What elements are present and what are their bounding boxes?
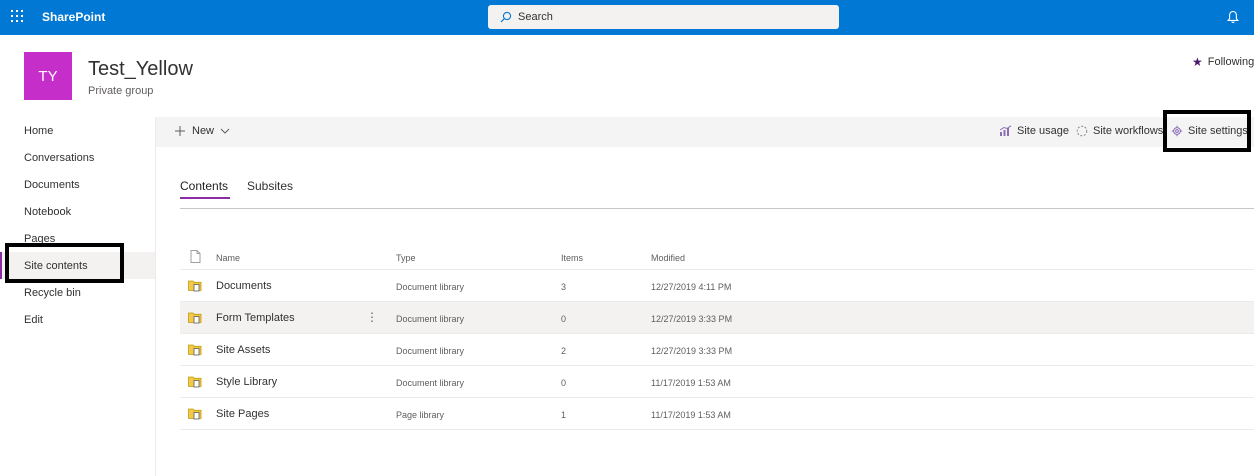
nav-item-site-contents[interactable]: Site contents xyxy=(0,252,155,279)
nav-item-conversations[interactable]: Conversations xyxy=(0,144,155,171)
tab-contents[interactable]: Contents xyxy=(180,179,228,193)
nav-item-edit[interactable]: Edit xyxy=(0,306,155,333)
gear-icon xyxy=(1171,125,1183,137)
nav-item-label: Home xyxy=(24,124,54,137)
brand-name[interactable]: SharePoint xyxy=(42,10,105,24)
column-header-type[interactable]: Type xyxy=(396,253,416,263)
table-row[interactable]: Documents Document library 3 12/27/2019 … xyxy=(180,270,1254,302)
nav-item-pages[interactable]: Pages xyxy=(0,225,155,252)
table-row[interactable]: Style Library Document library 0 11/17/2… xyxy=(180,366,1254,398)
row-modified: 12/27/2019 4:11 PM xyxy=(651,282,732,292)
site-settings-button[interactable]: Site settings xyxy=(1171,125,1248,137)
row-name[interactable]: Form Templates xyxy=(216,312,295,324)
suite-bar: SharePoint Search xyxy=(0,0,1254,35)
nav-item-label: Notebook xyxy=(24,205,72,218)
following-label: Following xyxy=(1207,56,1254,68)
nav-item-label: Documents xyxy=(24,178,80,191)
workflow-icon xyxy=(1076,125,1088,137)
library-icon xyxy=(188,280,202,292)
nav-item-recycle-bin[interactable]: Recycle bin xyxy=(0,279,155,306)
row-name[interactable]: Style Library xyxy=(216,376,277,388)
library-icon xyxy=(188,376,202,388)
nav-item-label: Conversations xyxy=(24,151,95,164)
table-row[interactable]: Site Pages Page library 1 11/17/2019 1:5… xyxy=(180,398,1254,430)
more-options-icon[interactable]: ⋮ xyxy=(366,310,378,324)
library-icon xyxy=(188,312,202,324)
nav-item-label: Site contents xyxy=(24,259,88,272)
column-header-items[interactable]: Items xyxy=(561,253,583,263)
row-type: Page library xyxy=(396,410,445,420)
column-header-modified[interactable]: Modified xyxy=(651,253,685,263)
table-row[interactable]: Form Templates ⋮ Document library 0 12/2… xyxy=(180,302,1254,334)
row-name[interactable]: Documents xyxy=(216,280,272,292)
search-icon xyxy=(500,11,512,23)
row-type: Document library xyxy=(396,346,465,356)
row-items: 0 xyxy=(561,314,567,324)
row-type: Document library xyxy=(396,378,465,388)
nav-item-label: Recycle bin xyxy=(24,286,81,299)
bell-icon[interactable] xyxy=(1227,10,1239,24)
search-input[interactable]: Search xyxy=(488,5,839,29)
chevron-down-icon xyxy=(220,128,230,134)
nav-item-label: Pages xyxy=(24,232,56,245)
nav-item-home[interactable]: Home xyxy=(0,117,155,144)
row-type: Document library xyxy=(396,282,465,292)
new-button[interactable]: New xyxy=(174,125,230,137)
row-type: Document library xyxy=(396,314,465,324)
row-modified: 11/17/2019 1:53 AM xyxy=(651,410,731,420)
chart-icon xyxy=(999,125,1012,136)
row-items: 3 xyxy=(561,282,567,292)
site-settings-label: Site settings xyxy=(1188,125,1248,137)
site-usage-button[interactable]: Site usage xyxy=(999,125,1069,137)
star-icon: ★ xyxy=(1192,55,1203,69)
app-launcher-icon[interactable] xyxy=(11,10,25,24)
row-modified: 12/27/2019 3:33 PM xyxy=(651,314,733,324)
tab-subsites[interactable]: Subsites xyxy=(247,179,293,193)
row-items: 0 xyxy=(561,378,567,388)
search-placeholder: Search xyxy=(518,11,553,23)
row-name[interactable]: Site Assets xyxy=(216,344,270,356)
row-modified: 11/17/2019 1:53 AM xyxy=(651,378,731,388)
library-icon xyxy=(188,344,202,356)
library-icon xyxy=(188,408,202,420)
command-bar: New Site usage Site workflows Site setti… xyxy=(156,117,1254,147)
column-header-name[interactable]: Name xyxy=(216,253,240,263)
row-items: 1 xyxy=(561,410,567,420)
following-button[interactable]: ★ Following xyxy=(1192,55,1254,69)
plus-icon xyxy=(175,126,185,136)
nav-item-documents[interactable]: Documents xyxy=(0,171,155,198)
site-workflows-label: Site workflows xyxy=(1093,125,1164,137)
site-workflows-button[interactable]: Site workflows xyxy=(1076,125,1163,137)
tab-divider xyxy=(180,208,1254,209)
site-logo[interactable]: TY xyxy=(24,52,72,100)
file-type-icon xyxy=(190,250,201,263)
new-label: New xyxy=(192,125,215,137)
table-row[interactable]: Site Assets Document library 2 12/27/201… xyxy=(180,334,1254,366)
row-modified: 12/27/2019 3:33 PM xyxy=(651,346,733,356)
row-items: 2 xyxy=(561,346,567,356)
site-title[interactable]: Test_Yellow xyxy=(88,58,193,81)
row-name[interactable]: Site Pages xyxy=(216,408,269,420)
nav-item-notebook[interactable]: Notebook xyxy=(0,198,155,225)
nav-item-label: Edit xyxy=(24,313,43,326)
site-usage-label: Site usage xyxy=(1017,125,1069,137)
left-navigation: Home Conversations Documents Notebook Pa… xyxy=(0,117,156,476)
active-tab-indicator xyxy=(180,197,230,199)
site-subtitle: Private group xyxy=(88,85,154,97)
